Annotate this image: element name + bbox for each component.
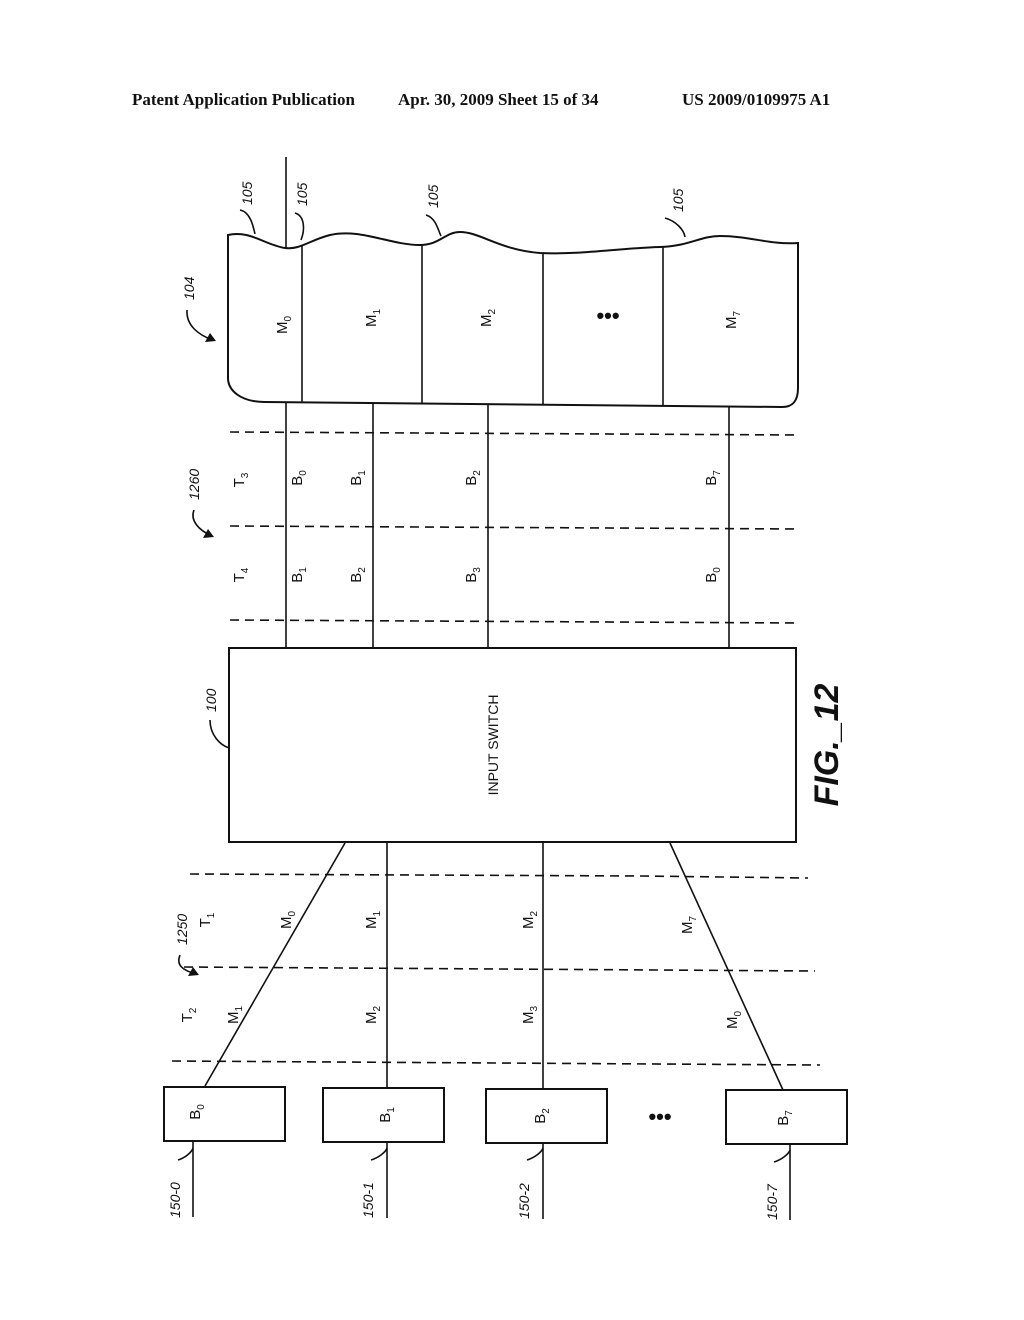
ref-150-1: 150-1 <box>360 1182 376 1218</box>
t1-label-1: M1 <box>363 911 383 930</box>
t1-label-0: M0 <box>278 911 298 930</box>
ref-105-a: 105 <box>239 181 255 205</box>
ref-105-d: 105 <box>670 188 686 212</box>
timing-dash-1250-b <box>183 966 816 972</box>
mem-label-7: M7 <box>723 311 743 330</box>
leader-150-1 <box>370 1147 388 1161</box>
buffer-label-1: B1 <box>377 1107 397 1123</box>
t4-label-1: B2 <box>348 567 368 583</box>
arrowhead-1260 <box>203 529 214 538</box>
input-switch-label: INPUT SWITCH <box>485 695 501 796</box>
buffer-box-0 <box>163 1086 286 1142</box>
timing-dash-1250-c <box>171 1060 821 1066</box>
input-line-7 <box>669 842 784 1091</box>
t3-label-0: B0 <box>289 470 309 486</box>
t2-label-2: M3 <box>520 1006 540 1025</box>
buffer-label-0: B0 <box>187 1104 207 1120</box>
t1-label-7: M7 <box>679 916 699 935</box>
t4-label-0: B1 <box>289 567 309 583</box>
t3-label-2: B2 <box>463 470 483 486</box>
mem-label-2: M2 <box>478 309 498 328</box>
leader-105-a <box>239 209 256 235</box>
mem-label-1: M1 <box>363 309 383 328</box>
ref-105-c: 105 <box>425 184 441 208</box>
timing-dash-1250-a2 <box>639 875 809 879</box>
timing-dash-1260-a <box>229 431 801 436</box>
leader-150-0 <box>177 1147 194 1161</box>
leader-105-c <box>425 214 442 237</box>
buffer-label-2: B2 <box>532 1108 552 1124</box>
slot-T2: T2 <box>179 1007 199 1022</box>
leader-100 <box>209 719 230 749</box>
figure-title: FIG._12 <box>808 683 846 806</box>
t4-label-7: B0 <box>703 567 723 583</box>
buffer-label-7: B7 <box>775 1110 795 1126</box>
timing-dash-1260-b <box>229 525 801 530</box>
slot-T3: T3 <box>231 472 251 487</box>
t4-label-2: B3 <box>463 567 483 583</box>
figure-12-diagram: M0 M1 M2 ••• M7 104 105 105 105 105 1260… <box>163 157 848 1220</box>
t3-label-1: B1 <box>348 470 368 486</box>
input-switch-box <box>228 647 797 843</box>
t2-label-1: M2 <box>363 1006 383 1025</box>
t1-label-2: M2 <box>520 911 540 930</box>
leader-150-7 <box>773 1149 791 1163</box>
slot-T4: T4 <box>231 567 251 582</box>
mem-ellipsis: ••• <box>596 303 619 328</box>
ref-150-7: 150-7 <box>764 1183 780 1220</box>
buffer-ellipsis: ••• <box>648 1104 671 1129</box>
mem-label-0: M0 <box>274 316 294 335</box>
timing-dash-1250-a <box>189 873 641 877</box>
ref-100: 100 <box>203 688 219 712</box>
slot-T1: T1 <box>197 912 217 927</box>
timing-dash-1260-c <box>229 619 801 624</box>
memory-block-outline <box>227 230 799 409</box>
input-line-0 <box>204 842 346 1087</box>
t2-label-7: M0 <box>724 1011 744 1030</box>
ref-1250: 1250 <box>174 914 190 945</box>
ref-1260: 1260 <box>186 469 202 500</box>
ref-150-0: 150-0 <box>167 1182 183 1218</box>
ref-104: 104 <box>181 276 197 300</box>
ref-150-2: 150-2 <box>516 1183 532 1219</box>
t3-label-7: B7 <box>703 470 723 486</box>
leader-150-2 <box>526 1147 544 1161</box>
leader-105-d <box>664 217 686 238</box>
ref-105-b: 105 <box>294 182 310 206</box>
leader-105-b <box>294 212 305 241</box>
